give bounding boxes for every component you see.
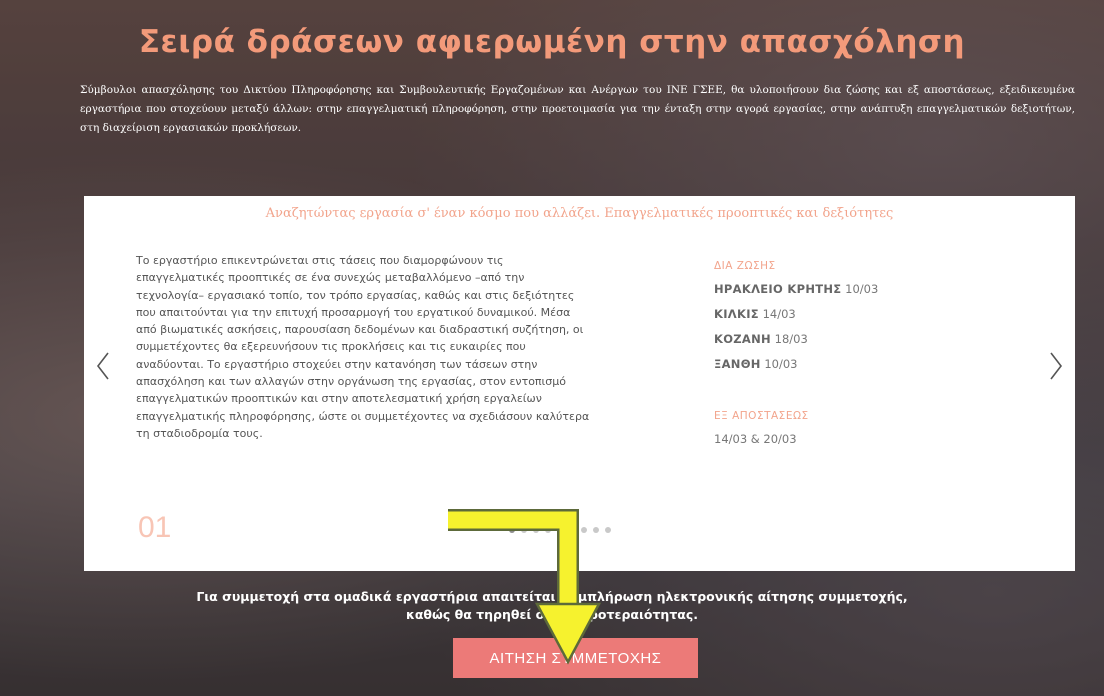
session-row: ΞΑΝΘΗ 10/03 [714, 357, 974, 371]
session-city: ΚΟΖΑΝΗ [714, 332, 771, 346]
remote-dates: 14/03 & 20/03 [714, 432, 797, 446]
chevron-left-icon [96, 352, 109, 380]
session-row: ΚΟΖΑΝΗ 18/03 [714, 332, 974, 346]
session-row: ΚΙΛΚΙΣ 14/03 [714, 307, 974, 321]
carousel-dot[interactable] [509, 527, 515, 533]
carousel-dot[interactable] [593, 527, 599, 533]
carousel-next-button[interactable] [1043, 346, 1069, 386]
workshop-title: Αναζητώντας εργασία σ' έναν κόσμο που αλ… [265, 206, 894, 221]
session-date: 10/03 [845, 282, 879, 296]
session-row: ΗΡΑΚΛΕΙΟ ΚΡΗΤΗΣ 10/03 [714, 282, 974, 296]
carousel-dot[interactable] [533, 527, 539, 533]
workshop-carousel: Αναζητώντας εργασία σ' έναν κόσμο που αλ… [84, 196, 1075, 571]
slide-number: 01 [138, 511, 172, 544]
session-date: 10/03 [764, 357, 798, 371]
participation-note: Για συμμετοχή στα ομαδικά εργαστήρια απα… [0, 588, 1104, 624]
workshop-description: Το εργαστήριο επικεντρώνεται στις τάσεις… [136, 254, 590, 440]
session-city: ΞΑΝΘΗ [714, 357, 761, 371]
carousel-prev-button[interactable] [90, 346, 116, 386]
carousel-dot[interactable] [557, 527, 563, 533]
session-city: ΚΙΛΚΙΣ [714, 307, 759, 321]
application-button[interactable]: ΑΙΤΗΣΗ ΣΥΜΜΕΤΟΧΗΣ [453, 638, 698, 678]
employment-section: Σειρά δράσεων αφιερωμένη στην απασχόληση… [0, 0, 1104, 696]
page-title: Σειρά δράσεων αφιερωμένη στην απασχόληση [138, 24, 966, 60]
carousel-dot[interactable] [605, 527, 611, 533]
session-date: 18/03 [774, 332, 808, 346]
note-line-2: καθώς θα τηρηθεί σειρά προτεραιότητας. [405, 607, 699, 622]
session-city: ΗΡΑΚΛΕΙΟ ΚΡΗΤΗΣ [714, 282, 842, 296]
carousel-dot[interactable] [521, 527, 527, 533]
carousel-dot[interactable] [569, 527, 575, 533]
note-line-1: Για συμμετοχή στα ομαδικά εργαστήρια απα… [196, 589, 908, 604]
carousel-dot[interactable] [581, 527, 587, 533]
carousel-dots [509, 527, 611, 533]
workshop-schedule: ΔΙΑ ΖΩΣΗΣ ΗΡΑΚΛΕΙΟ ΚΡΗΤΗΣ 10/03 ΚΙΛΚΙΣ 1… [714, 260, 974, 457]
intro-text: Σύμβουλοι απασχόλησης του Δικτύου Πληροφ… [80, 84, 1075, 134]
session-date: 14/03 [762, 307, 796, 321]
in-person-heading: ΔΙΑ ΖΩΣΗΣ [714, 260, 776, 272]
chevron-right-icon [1050, 352, 1063, 380]
carousel-dot[interactable] [545, 527, 551, 533]
remote-heading: ΕΞ ΑΠΟΣΤΑΣΕΩΣ [714, 410, 809, 422]
